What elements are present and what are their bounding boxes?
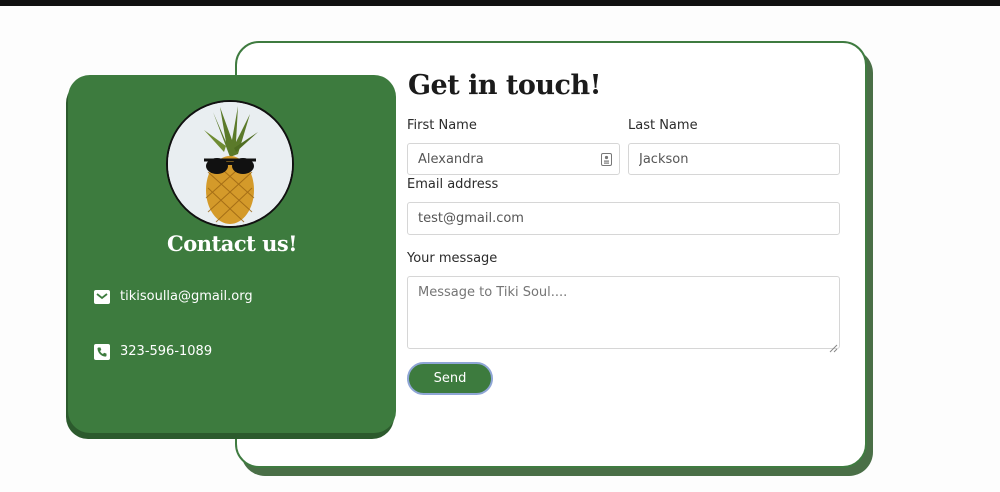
email-label: Email address: [407, 177, 499, 192]
top-bar: [0, 0, 1000, 6]
avatar: [166, 100, 294, 228]
last-name-label: Last Name: [628, 118, 698, 133]
phone-icon: [93, 343, 110, 360]
pineapple-image: [168, 102, 292, 226]
contact-phone[interactable]: 323-596-1089: [120, 344, 212, 359]
email-row[interactable]: tikisoulla@gmail.org: [93, 288, 253, 305]
phone-row[interactable]: 323-596-1089: [93, 343, 212, 360]
contact-title: Contact us!: [167, 231, 297, 256]
last-name-input[interactable]: [628, 143, 840, 175]
send-button[interactable]: Send: [407, 362, 493, 395]
contact-email[interactable]: tikisoulla@gmail.org: [120, 289, 253, 304]
contact-card: Contact us! tikisoulla@gmail.org 323-596…: [68, 75, 396, 433]
contact-card-icon[interactable]: [601, 151, 612, 166]
envelope-icon: [93, 288, 110, 305]
message-label: Your message: [407, 251, 498, 266]
form-title: Get in touch!: [408, 70, 601, 101]
first-name-label: First Name: [407, 118, 477, 133]
resize-grip-icon[interactable]: [829, 338, 838, 353]
first-name-input[interactable]: [407, 143, 620, 175]
email-input[interactable]: [407, 202, 840, 235]
message-textarea[interactable]: [407, 276, 840, 349]
